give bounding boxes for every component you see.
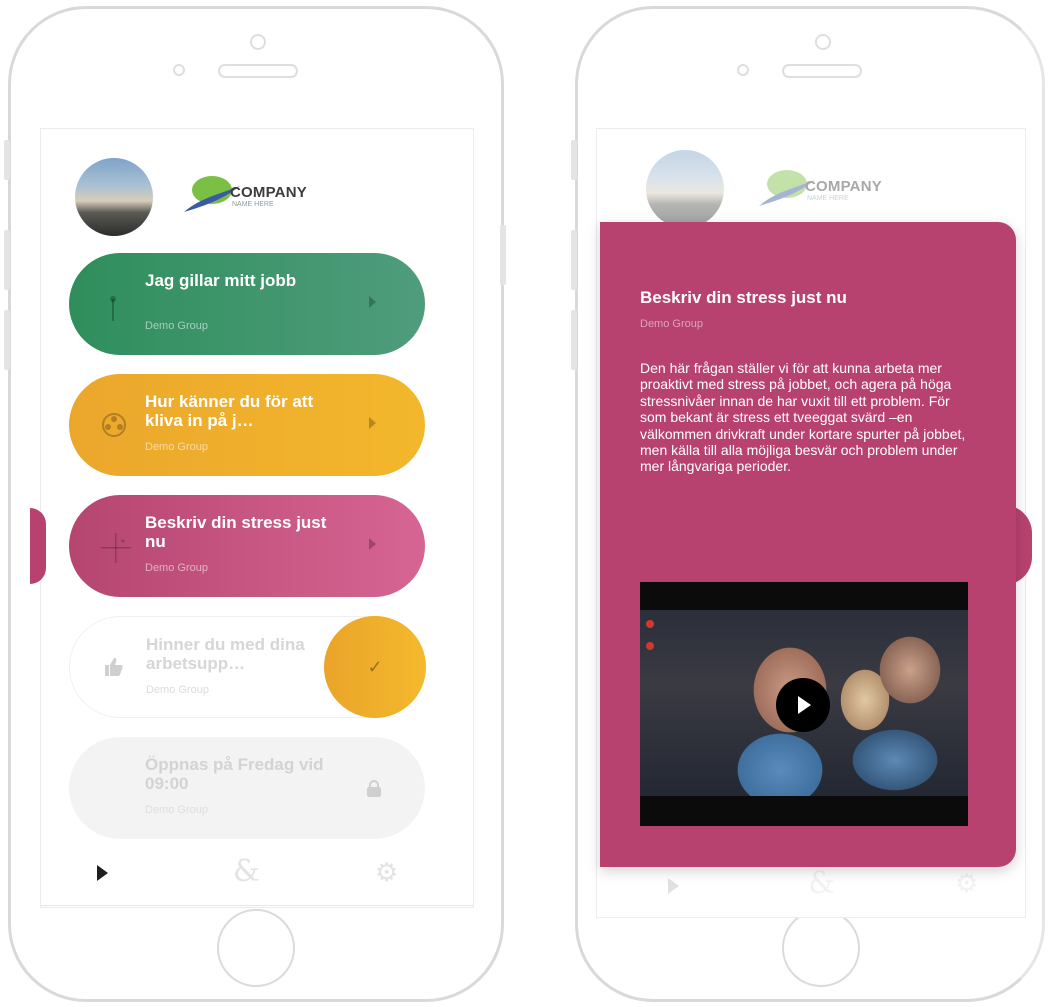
company-tagline: NAME HERE xyxy=(807,195,849,202)
play-icon[interactable] xyxy=(97,865,108,881)
list-item[interactable]: Hur känner du för att kliva in på j… Dem… xyxy=(69,374,425,476)
crosshair-icon xyxy=(101,533,131,563)
company-logo: COMPANY NAME HERE xyxy=(757,166,887,216)
item-title: Jag gillar mitt jobb xyxy=(145,271,297,290)
phone-volume-button xyxy=(571,310,577,370)
item-group: Demo Group xyxy=(146,684,209,696)
play-icon xyxy=(668,878,679,894)
detail-group: Demo Group xyxy=(640,318,703,330)
tabbar-divider xyxy=(40,905,474,906)
company-name: COMPANY xyxy=(230,184,307,201)
check-icon[interactable]: ✓ xyxy=(324,616,426,718)
list-item: Öppnas på Fredag vid 09:00 Demo Group xyxy=(69,737,425,839)
item-group: Demo Group xyxy=(145,441,208,453)
phone-side-button xyxy=(571,140,577,180)
ampersand-tab: & xyxy=(808,866,835,901)
chevron-right-icon xyxy=(369,296,376,308)
ampersand-tab[interactable]: & xyxy=(233,854,260,889)
item-group: Demo Group xyxy=(145,804,208,816)
proximity-sensor xyxy=(173,64,185,76)
play-button-icon[interactable] xyxy=(776,678,830,732)
gear-icon[interactable]: ⚙ xyxy=(375,857,398,888)
item-title: Hinner du med dina arbetsupp… xyxy=(146,635,305,673)
film-reel-icon xyxy=(101,412,126,437)
item-title: Hur känner du för att kliva in på j… xyxy=(145,392,314,430)
company-tagline: NAME HERE xyxy=(232,201,274,208)
lock-icon xyxy=(367,780,381,797)
earpiece-speaker xyxy=(218,64,298,78)
swipe-edge-indicator xyxy=(30,508,46,584)
earpiece-speaker xyxy=(782,64,862,78)
item-group: Demo Group xyxy=(145,320,208,332)
front-camera xyxy=(250,34,266,50)
video-player[interactable] xyxy=(640,582,968,826)
pin-icon xyxy=(101,291,125,321)
company-name: COMPANY xyxy=(805,178,882,195)
home-button[interactable] xyxy=(217,909,295,987)
phone-side-button xyxy=(4,140,10,180)
gear-icon: ⚙ xyxy=(955,868,979,898)
item-group: Demo Group xyxy=(145,562,208,574)
front-camera xyxy=(815,34,831,50)
thumbs-up-icon xyxy=(102,655,126,679)
list-item[interactable]: Jag gillar mitt jobb Demo Group xyxy=(69,253,425,355)
mockup-stage: COMPANY NAME HERE Jag gillar mitt jobb D… xyxy=(0,0,1053,1007)
proximity-sensor xyxy=(737,64,749,76)
video-light xyxy=(646,620,654,628)
phone-volume-button xyxy=(4,310,10,370)
item-title: Beskriv din stress just nu xyxy=(145,513,327,551)
phone-power-button xyxy=(500,225,506,285)
avatar[interactable] xyxy=(75,158,153,236)
detail-description: Den här frågan ställer vi för att kunna … xyxy=(640,360,966,475)
detail-title: Beskriv din stress just nu xyxy=(640,288,847,307)
phone-volume-button xyxy=(4,230,10,290)
item-title: Öppnas på Fredag vid 09:00 xyxy=(145,755,324,793)
home-button[interactable] xyxy=(782,909,860,987)
video-light xyxy=(646,642,654,650)
detail-card[interactable]: Beskriv din stress just nu Demo Group De… xyxy=(600,222,1016,867)
chevron-right-icon xyxy=(369,538,376,550)
chevron-right-icon xyxy=(369,417,376,429)
avatar xyxy=(646,150,724,228)
list-item[interactable]: Beskriv din stress just nu Demo Group xyxy=(69,495,425,597)
phone-volume-button xyxy=(571,230,577,290)
company-logo: COMPANY NAME HERE xyxy=(182,172,312,222)
